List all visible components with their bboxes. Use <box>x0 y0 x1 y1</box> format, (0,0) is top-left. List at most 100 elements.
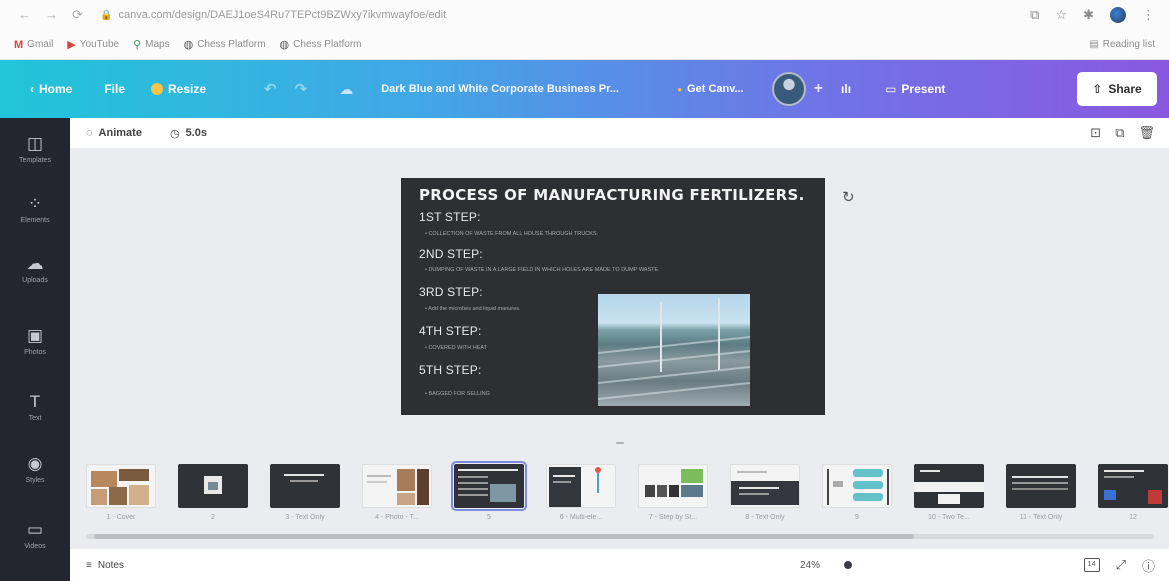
context-toolbar: ◌ Animate ◷ 5.0s ⊡ ⧉ 🗑 <box>70 118 1169 148</box>
thumbnail-scrollbar[interactable] <box>86 534 1154 539</box>
sidebar-item-templates[interactable]: ◫ Templates <box>0 134 70 164</box>
bottom-bar: ≡ Notes 24% 14 ⤢ ⓘ <box>70 549 1169 581</box>
cloud-saved-icon: ☁ <box>339 80 354 97</box>
step-heading[interactable]: 3RD STEP: <box>419 285 483 299</box>
document-title[interactable]: Dark Blue and White Corporate Business P… <box>381 83 663 95</box>
step-bullet[interactable]: • Add the microbes and liquid manures. <box>425 306 520 312</box>
page-thumbnail[interactable]: 12 <box>1098 464 1168 521</box>
page-thumbnail[interactable]: 10 - Two Te... <box>914 464 984 521</box>
bookmark-youtube[interactable]: ▶ YouTube <box>67 38 119 51</box>
bookmark-maps[interactable]: ⚲ Maps <box>133 38 170 51</box>
sidebar-item-styles[interactable]: ◉ Styles <box>0 454 70 484</box>
thumbnail-preview <box>86 464 156 508</box>
slide-title[interactable]: PROCESS OF MANUFACTURING FERTILIZERS. <box>419 186 805 204</box>
thumbnail-preview <box>362 464 432 508</box>
get-canva-pro-button[interactable]: ● Get Canv... <box>677 83 744 95</box>
present-button[interactable]: ▭ Present <box>885 82 945 96</box>
thumbnail-label: 10 - Two Te... <box>928 514 970 521</box>
sidebar-item-label: Elements <box>20 217 50 224</box>
zoom-level: 24% <box>800 559 821 571</box>
step-heading[interactable]: 5TH STEP: <box>419 363 481 377</box>
scrollbar-thumb[interactable] <box>94 534 914 539</box>
animate-icon: ◌ <box>86 127 93 139</box>
sidebar-item-photos[interactable]: ▣ Photos <box>0 326 70 356</box>
animate-button[interactable]: ◌ Animate <box>86 127 142 139</box>
undo-icon[interactable]: ↶ <box>264 80 277 98</box>
duplicate-page-icon[interactable]: ⧉ <box>1115 125 1124 141</box>
fullscreen-icon[interactable]: ⤢ <box>1116 557 1126 573</box>
rotate-icon[interactable]: ↻ <box>842 188 855 206</box>
page-thumbnail[interactable]: 6 - Multi-ele... <box>546 464 616 521</box>
redo-icon[interactable]: ↷ <box>295 80 308 98</box>
step-bullet[interactable]: • BAGGED FOR SELLING <box>425 391 490 397</box>
bookmark-star-icon[interactable]: ☆ <box>1055 7 1067 23</box>
sidebar-item-videos[interactable]: ▭ Videos <box>0 520 70 550</box>
youtube-icon: ▶ <box>67 39 76 51</box>
page-thumbnail[interactable]: 2 <box>178 464 248 521</box>
utility-pole <box>718 298 720 370</box>
add-page-icon[interactable]: ⊡ <box>1090 125 1101 141</box>
thumbnail-label: 2 <box>211 514 215 521</box>
sidebar-item-elements[interactable]: ⁘ Elements <box>0 194 70 224</box>
compost-field-photo[interactable] <box>598 294 750 406</box>
page-thumbnail[interactable]: 3 - Text Only <box>270 464 340 521</box>
file-menu-button[interactable]: File <box>104 82 125 96</box>
translate-icon[interactable]: ⧉ <box>1030 7 1039 23</box>
page-thumbnail[interactable]: 4 - Photo - T... <box>362 464 432 521</box>
step-heading[interactable]: 1ST STEP: <box>419 210 481 224</box>
thumbnail-label: 7 - Step by St... <box>648 514 698 521</box>
insights-icon[interactable]: ılı <box>841 82 851 96</box>
page-thumbnail[interactable]: 11 - Text Only <box>1006 464 1076 521</box>
bookmark-chess-1[interactable]: ◍ Chess Platform <box>184 38 266 51</box>
user-avatar[interactable] <box>771 72 806 106</box>
page-thumbnail[interactable]: 7 - Step by St... <box>638 464 708 521</box>
extensions-icon[interactable]: ✱ <box>1083 7 1094 23</box>
photos-icon: ▣ <box>26 326 44 345</box>
step-bullet[interactable]: • COLLECTION OF WASTE FROM ALL HOUSE THR… <box>425 231 598 237</box>
page-thumbnail[interactable]: 9 <box>822 464 892 521</box>
notes-button[interactable]: ≡ Notes <box>86 560 124 571</box>
delete-page-icon[interactable]: 🗑 <box>1138 125 1155 141</box>
url-field[interactable]: 🔒 canva.com/design/DAEJ1oeS4Ru7TEPct9BZW… <box>100 9 1030 21</box>
url-text: canva.com/design/DAEJ1oeS4Ru7TEPct9BZWxy… <box>118 9 447 21</box>
reading-list[interactable]: ▤ Reading list <box>1089 39 1155 50</box>
sidebar-item-text[interactable]: T Text <box>0 392 70 422</box>
step-heading[interactable]: 4TH STEP: <box>419 324 481 338</box>
page-count-badge[interactable]: 14 <box>1083 558 1100 572</box>
slide-canvas[interactable]: PROCESS OF MANUFACTURING FERTILIZERS. 1S… <box>401 178 825 415</box>
page-thumbnail-current[interactable]: 5 <box>451 461 527 521</box>
back-icon[interactable]: ← <box>18 7 31 23</box>
page-panel-handle[interactable] <box>616 442 624 444</box>
bookmark-gmail[interactable]: M Gmail <box>14 39 53 51</box>
chevron-left-icon: ‹ <box>30 82 34 96</box>
templates-icon: ◫ <box>26 134 44 153</box>
page-thumbnail[interactable]: 1 - Cover <box>86 464 156 521</box>
present-icon: ▭ <box>885 82 897 96</box>
bookmark-label: Chess Platform <box>197 39 266 50</box>
share-button[interactable]: ⇧ Share <box>1077 72 1157 106</box>
sidebar-item-label: Styles <box>25 477 45 484</box>
page-thumbnail[interactable]: 8 - Text Only <box>730 464 800 521</box>
add-collaborator-icon[interactable]: + <box>814 80 823 98</box>
sidebar-item-uploads[interactable]: ☁ Uploads <box>0 254 70 284</box>
profile-avatar[interactable] <box>1110 7 1126 23</box>
help-icon[interactable]: ⓘ <box>1142 556 1155 575</box>
bookmark-chess-2[interactable]: ◍ Chess Platform <box>280 38 362 51</box>
step-bullet[interactable]: • DUMPING OF WASTE IN A LARGE FIELD IN W… <box>425 267 660 273</box>
reload-icon[interactable]: ⟳ <box>72 7 83 23</box>
thumbnail-preview <box>822 464 892 508</box>
browser-nav: ← → ⟳ <box>0 7 100 23</box>
resize-button[interactable]: Resize <box>151 82 206 96</box>
step-heading[interactable]: 2ND STEP: <box>419 247 483 261</box>
notes-label: Notes <box>97 559 124 571</box>
thumbnail-label: 6 - Multi-ele... <box>559 514 603 521</box>
step-bullet[interactable]: • COVERED WITH HEAT <box>425 345 487 351</box>
browser-menu-icon[interactable]: ⋮ <box>1142 7 1155 23</box>
sidebar-item-label: Uploads <box>22 277 48 284</box>
editor-area: ◌ Animate ◷ 5.0s ⊡ ⧉ 🗑 PROCESS OF MANUFA… <box>70 118 1169 581</box>
resize-label: Resize <box>168 82 207 96</box>
zoom-slider-handle[interactable] <box>844 561 852 569</box>
forward-icon[interactable]: → <box>45 7 58 23</box>
home-button[interactable]: ‹ Home <box>30 82 72 96</box>
duration-button[interactable]: ◷ 5.0s <box>170 127 207 140</box>
